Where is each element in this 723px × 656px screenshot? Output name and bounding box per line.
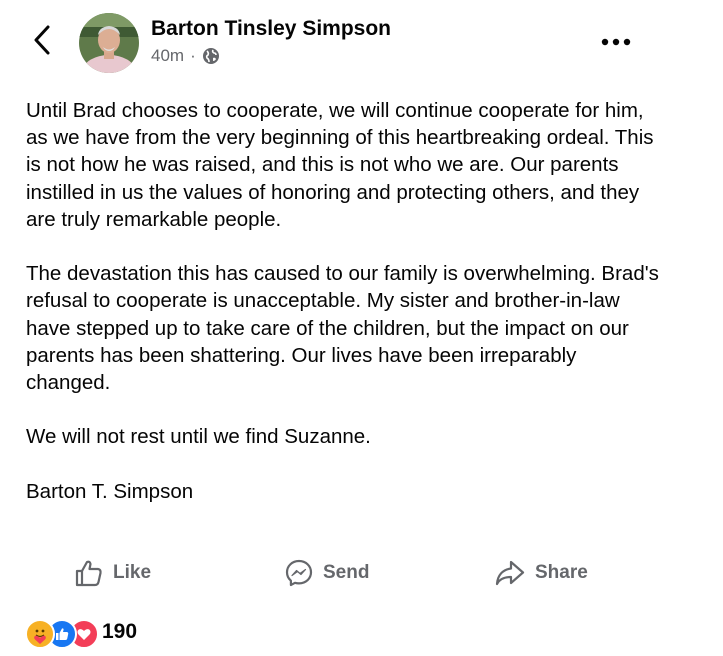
- meta-separator: ·: [190, 46, 196, 65]
- post-paragraph: We will not rest until we find Suzanne.: [26, 425, 371, 449]
- reaction-count: 190: [102, 620, 138, 643]
- thumbs-up-icon: [74, 558, 104, 588]
- post-header: Barton Tinsley Simpson 40m ·: [0, 0, 723, 90]
- care-reaction-icon: [25, 619, 55, 649]
- globe-icon: [202, 47, 220, 65]
- post-signature: Barton T. Simpson: [26, 479, 194, 503]
- post-paragraph: The devastation this has caused to our f…: [26, 262, 659, 395]
- post-meta: 40m ·: [151, 46, 220, 66]
- share-button[interactable]: Share: [494, 553, 588, 593]
- send-button[interactable]: Send: [284, 553, 369, 593]
- post-text: Until Brad chooses to cooperate, we will…: [26, 97, 666, 532]
- more-horizontal-icon: [601, 33, 631, 51]
- post-actions: Like Send Share: [0, 553, 723, 593]
- back-button[interactable]: [26, 24, 58, 60]
- like-button[interactable]: Like: [74, 553, 151, 593]
- share-arrow-icon: [494, 558, 526, 588]
- post-paragraph: Until Brad chooses to cooperate, we will…: [26, 99, 654, 231]
- more-options-button[interactable]: [598, 30, 634, 54]
- post-time[interactable]: 40m: [151, 46, 184, 66]
- author-name[interactable]: Barton Tinsley Simpson: [151, 17, 391, 41]
- share-label: Share: [535, 562, 588, 583]
- reactions-summary[interactable]: 190: [25, 616, 138, 649]
- like-label: Like: [113, 562, 152, 583]
- chevron-left-icon: [33, 24, 51, 61]
- reaction-icons: [25, 617, 101, 649]
- messenger-icon: [284, 558, 314, 588]
- avatar[interactable]: [79, 13, 139, 73]
- send-label: Send: [323, 562, 370, 583]
